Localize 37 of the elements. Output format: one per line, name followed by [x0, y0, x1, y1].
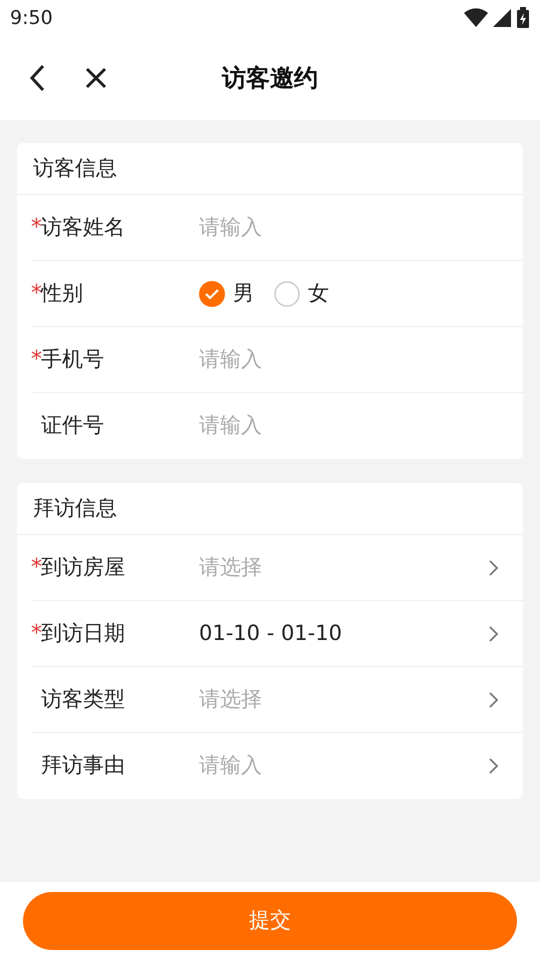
wifi-icon	[464, 8, 488, 28]
select-field[interactable]: 01-10 - 01-10	[199, 618, 523, 650]
battery-icon	[516, 7, 530, 29]
close-icon	[84, 66, 108, 90]
field-label: 访客类型	[41, 686, 125, 713]
field-label: 到访房屋	[41, 554, 125, 581]
submit-button[interactable]: 提交	[23, 892, 517, 950]
field-label: 拜访事由	[41, 752, 125, 780]
text-input-field[interactable]: 请输入	[199, 344, 523, 376]
select-field[interactable]: 请选择	[199, 684, 523, 716]
field-label: 到访日期	[41, 620, 125, 647]
required-asterisk: *	[31, 620, 41, 648]
gender-radio[interactable]: 男	[199, 278, 254, 310]
status-time: 9:50	[10, 6, 53, 31]
gender-radio[interactable]: 女	[274, 278, 329, 310]
select-field[interactable]: 请输入	[199, 750, 523, 782]
text-input-field[interactable]: 请输入	[199, 212, 523, 244]
chevron-right-icon	[487, 690, 499, 708]
radio-checked-icon	[199, 280, 225, 306]
chevron-right-icon	[487, 558, 499, 576]
field-label: 手机号	[41, 346, 104, 373]
signal-icon	[492, 8, 512, 28]
field-label: 证件号	[41, 412, 104, 440]
radio-unchecked-icon	[274, 280, 300, 306]
chevron-right-icon	[487, 624, 499, 642]
text-input-field[interactable]: 请输入	[199, 410, 523, 442]
section-title: 访客信息	[33, 154, 117, 182]
field-label: 访客姓名	[41, 214, 125, 241]
select-field[interactable]: 请选择	[199, 552, 523, 584]
section-title: 拜访信息	[33, 494, 117, 522]
field-label: 性别	[41, 280, 83, 307]
required-asterisk: *	[31, 280, 41, 308]
required-asterisk: *	[31, 346, 41, 374]
required-asterisk: *	[31, 214, 41, 242]
chevron-right-icon	[487, 757, 499, 775]
required-asterisk: *	[31, 554, 41, 582]
page-title: 访客邀约	[222, 63, 318, 94]
